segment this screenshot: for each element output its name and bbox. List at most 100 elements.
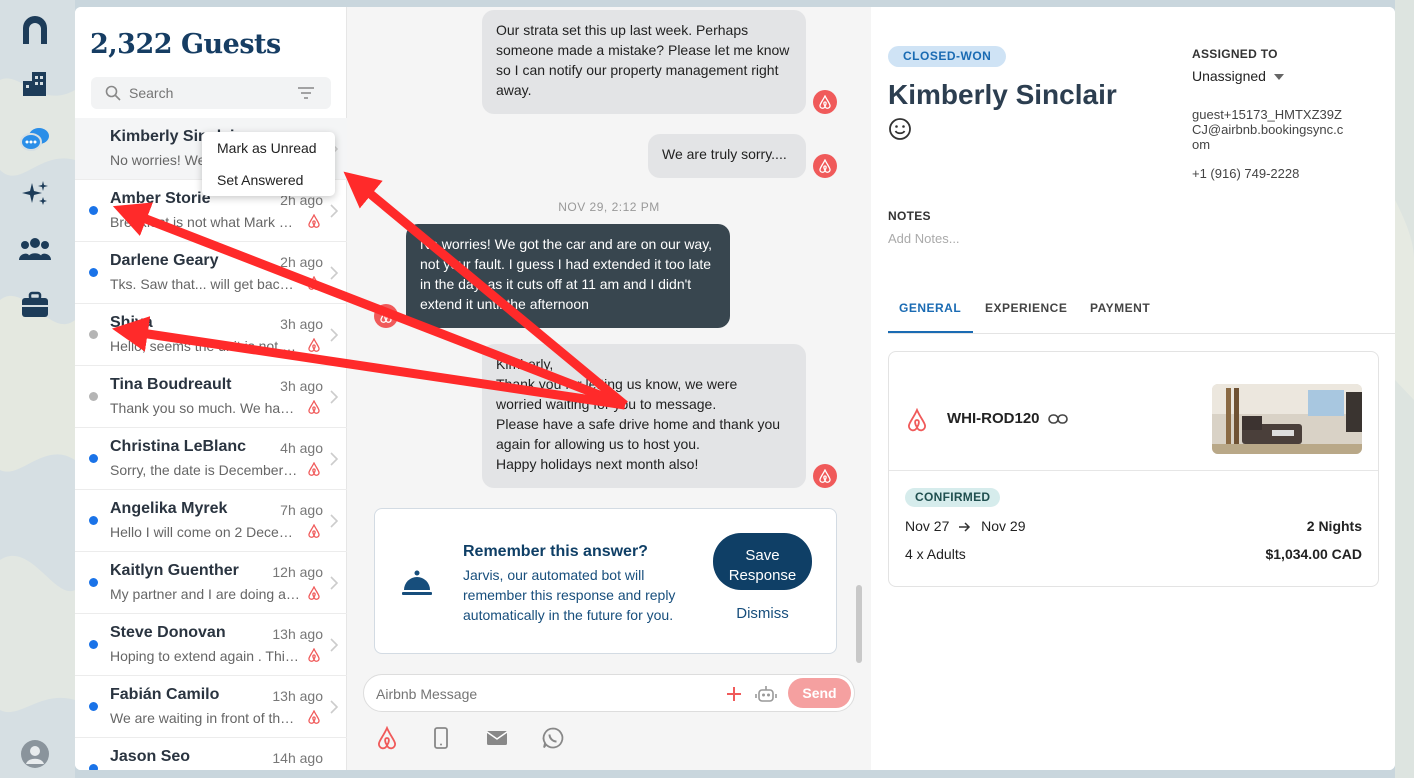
unread-dot — [89, 702, 98, 711]
service-bell-icon — [402, 570, 432, 595]
guest-row[interactable]: Darlene Geary 2h ago Tks. Saw that... will… — [75, 242, 347, 304]
notes-label: NOTES — [888, 209, 931, 223]
airbnb-icon — [307, 647, 321, 662]
unread-dot — [89, 454, 98, 463]
filter-icon[interactable] — [297, 87, 315, 99]
messages-icon[interactable] — [17, 122, 53, 158]
tab-experience[interactable]: EXPERIENCE — [985, 301, 1067, 315]
message-line: Thank you for letting us know, we were — [496, 376, 738, 392]
guest-row[interactable]: Kaitlyn Guenther 12h ago My partner and I … — [75, 552, 347, 614]
unread-dot — [89, 764, 98, 770]
save-label: Save — [745, 547, 780, 564]
briefcase-icon[interactable] — [17, 287, 53, 323]
message-line: Happy holidays next month also! — [496, 456, 699, 472]
search-input[interactable] — [129, 83, 279, 103]
message-incoming: Kimberly, Thank you for letting us know,… — [482, 344, 806, 488]
date-divider: NOV 29, 2:12 PM — [558, 200, 660, 214]
guest-row-preview: Tks. Saw that... will get back to you — [110, 276, 300, 292]
app-logo-icon[interactable] — [17, 12, 53, 48]
airbnb-icon — [908, 408, 926, 432]
booking-status-badge: CONFIRMED — [905, 488, 1001, 507]
search-box[interactable] — [91, 77, 331, 109]
assignee-value: Unassigned — [1192, 68, 1266, 84]
guest-row[interactable]: Fabián Camilo 13h ago We are waiting in fr… — [75, 676, 347, 738]
deal-status-badge[interactable]: CLOSED-WON — [888, 46, 1007, 67]
airbnb-icon — [307, 399, 321, 414]
guest-count-title: 2,322 Guests — [90, 29, 281, 60]
link-icon[interactable] — [1047, 413, 1068, 425]
guest-row[interactable]: Tina Boudreault 3h ago Thank you so much. … — [75, 366, 347, 428]
dismiss-button[interactable]: Dismiss — [713, 605, 812, 622]
remember-description: Jarvis, our automated bot will remember … — [463, 567, 676, 623]
app-window: 2,322 Guests Kimberly Sinclair 2h ago No w… — [75, 7, 1395, 770]
context-menu: Mark as Unread Set Answered — [202, 132, 335, 196]
guest-email[interactable]: guest+15173_HMTXZ39ZCJ@airbnb.bookingsyn… — [1192, 107, 1350, 152]
save-label: Response — [728, 567, 797, 584]
chevron-right-icon — [330, 266, 339, 280]
phone-icon[interactable] — [429, 726, 453, 750]
assignee-dropdown[interactable]: Unassigned — [1192, 68, 1284, 84]
guest-row-name: Darlene Geary — [110, 252, 219, 269]
airbnb-icon — [307, 213, 321, 228]
airbnb-icon[interactable] — [375, 726, 399, 750]
properties-icon[interactable] — [17, 66, 53, 102]
airbnb-icon — [307, 585, 321, 600]
active-tab-indicator — [888, 331, 973, 333]
plus-icon[interactable] — [726, 686, 742, 702]
set-answered-menu-item[interactable]: Set Answered — [202, 164, 335, 196]
message-outgoing: No worries! We got the car and are on ou… — [406, 224, 730, 328]
unread-dot — [89, 392, 98, 401]
message-line: Kimberly, — [496, 356, 554, 372]
guest-row-name: Fabián Camilo — [110, 686, 220, 703]
guest-row[interactable]: Christina LeBlanc 4h ago Sorry, the date i… — [75, 428, 347, 490]
guest-list-panel: 2,322 Guests Kimberly Sinclair2h agoNo w… — [75, 7, 347, 770]
airbnb-channel-icon — [374, 304, 398, 328]
send-button[interactable]: Send — [788, 678, 851, 708]
guest-row-time: 4h ago — [280, 440, 323, 456]
message-composer: Send — [363, 674, 855, 712]
whatsapp-icon[interactable] — [541, 726, 565, 750]
guest-row-name: Shiva — [110, 314, 153, 331]
guest-name: Kimberly Sinclair — [888, 79, 1117, 110]
chevron-right-icon — [330, 514, 339, 528]
guest-detail-panel: CLOSED-WON Kimberly Sinclair ASSIGNED TO… — [871, 7, 1395, 770]
guest-row-time: 2h ago — [280, 254, 323, 270]
sentiment-smiley-icon[interactable] — [888, 117, 912, 141]
airbnb-channel-icon — [813, 90, 837, 114]
listing-photo[interactable] — [1212, 384, 1362, 454]
unread-dot — [89, 640, 98, 649]
unread-dot — [89, 330, 98, 339]
guest-row-preview: My partner and I are doing a road trip — [110, 586, 300, 602]
save-response-button[interactable]: Save Response — [713, 533, 812, 590]
total-price: $1,034.00 CAD — [1265, 546, 1362, 562]
search-icon — [105, 85, 121, 101]
guest-row[interactable]: Shiva 3h ago Hello, seems the unit is not … — [75, 304, 347, 366]
team-icon[interactable] — [17, 231, 53, 267]
date-from: Nov 27 — [905, 518, 950, 534]
guest-row[interactable]: Angelika Myrek 7h ago Hello I will come on… — [75, 490, 347, 552]
airbnb-icon — [307, 337, 321, 352]
airbnb-icon — [307, 275, 321, 290]
guest-row[interactable]: Jason Seo 14h ago — [75, 738, 347, 770]
notes-input[interactable]: Add Notes... — [888, 231, 960, 246]
guest-row[interactable]: Steve Donovan 13h ago Hoping to extend aga… — [75, 614, 347, 676]
message-line: again for allowing us to host you. — [496, 436, 700, 452]
chevron-right-icon — [330, 576, 339, 590]
guest-row-name: Jason Seo — [110, 748, 191, 765]
ai-sparkle-icon[interactable] — [17, 176, 53, 212]
message-input[interactable] — [376, 684, 706, 704]
guest-phone[interactable]: +1 (916) 749-2228 — [1192, 166, 1299, 181]
tab-general[interactable]: GENERAL — [899, 301, 961, 315]
tab-payment[interactable]: PAYMENT — [1090, 301, 1150, 315]
chevron-right-icon — [330, 328, 339, 342]
guest-row-preview: Hello I will come on 2 December — [110, 524, 300, 540]
email-icon[interactable] — [485, 726, 509, 750]
bot-icon[interactable] — [755, 683, 777, 705]
mark-unread-menu-item[interactable]: Mark as Unread — [202, 132, 335, 164]
guest-row-time: 12h ago — [272, 564, 323, 580]
guest-row-preview: Hello, seems the unit is not ready yet — [110, 338, 300, 354]
listing-code[interactable]: WHI-ROD120 — [947, 410, 1068, 427]
unread-dot — [89, 516, 98, 525]
chat-scrollbar[interactable] — [856, 585, 862, 663]
user-avatar-icon[interactable] — [17, 736, 53, 772]
